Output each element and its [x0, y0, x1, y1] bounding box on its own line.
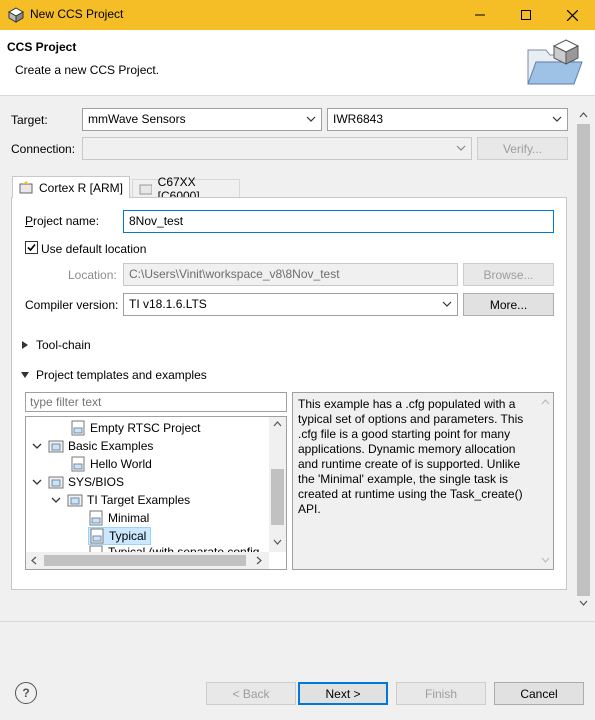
tree-item-ti-target-examples[interactable]: TI Target Examples [51, 491, 190, 509]
target-label: Target: [11, 113, 48, 127]
tree-item-label: Empty RTSC Project [90, 421, 201, 435]
tree-item-minimal[interactable]: Minimal [88, 509, 149, 527]
tree-vertical-scrollbar[interactable] [269, 417, 286, 552]
scroll-up-icon [541, 399, 550, 405]
page-subtitle: Create a new CCS Project. [15, 63, 160, 77]
verify-button[interactable]: Verify... [477, 137, 568, 160]
template-description-panel: This example has a .cfg populated with a… [292, 392, 554, 570]
description-scrollbar[interactable] [537, 393, 553, 569]
connection-label: Connection: [11, 142, 76, 156]
window-title: New CCS Project [30, 7, 124, 21]
target-device-select[interactable]: IWR6843 [327, 108, 568, 131]
target-family-value: mmWave Sensors [88, 112, 186, 126]
chevron-down-icon [456, 145, 466, 151]
chevron-down-icon [442, 301, 452, 307]
template-icon [71, 456, 85, 472]
checkmark-icon [27, 243, 36, 252]
scroll-down-icon [273, 539, 282, 545]
tree-item-hello-world[interactable]: Hello World [70, 455, 152, 473]
scroll-right-icon [256, 556, 262, 565]
template-icon [71, 420, 85, 436]
template-icon [90, 528, 104, 544]
template-description: This example has a .cfg populated with a… [298, 397, 524, 516]
next-button[interactable]: Next > [298, 682, 388, 705]
page-title: CCS Project [7, 40, 77, 54]
tree-item-label: Hello World [90, 457, 152, 471]
new-project-folder-icon [527, 39, 583, 85]
tab-label: Cortex R [ARM] [39, 180, 124, 195]
tree-item-label: TI Target Examples [87, 493, 191, 507]
compiler-version-label: Compiler version: [25, 298, 119, 312]
project-name-input[interactable]: 8Nov_test [123, 210, 554, 233]
minimize-icon [475, 14, 485, 16]
close-icon [566, 9, 578, 21]
compiler-version-select[interactable]: TI v18.1.6.LTS [123, 293, 458, 316]
folder-icon [67, 494, 83, 507]
maximize-button[interactable] [503, 0, 549, 30]
tree-item-sys-bios[interactable]: SYS/BIOS [32, 473, 124, 491]
wizard-header: CCS Project Create a new CCS Project. [0, 30, 595, 96]
target-tab-icon [19, 180, 33, 193]
default-location-checkbox[interactable] [25, 241, 38, 254]
tree-hscroll-thumb[interactable] [44, 555, 246, 566]
connection-select[interactable] [82, 137, 472, 160]
cancel-button[interactable]: Cancel [494, 682, 584, 705]
tab-cortex-r[interactable]: Cortex R [ARM] [12, 176, 130, 198]
default-location-label: Use default location [41, 242, 147, 256]
location-label: Location: [68, 268, 117, 282]
tree-expanded-icon [32, 443, 42, 449]
template-icon [89, 510, 103, 526]
scroll-up-icon [273, 421, 282, 427]
project-name-label: Project name: [25, 214, 100, 228]
compiler-version-value: TI v18.1.6.LTS [129, 297, 207, 311]
target-family-select[interactable]: mmWave Sensors [82, 108, 322, 131]
tree-item-basic-examples[interactable]: Basic Examples [32, 437, 153, 455]
minimize-button[interactable] [457, 0, 503, 30]
tree-item-label: Minimal [108, 511, 150, 525]
dialog-scroll-thumb[interactable] [577, 124, 590, 596]
browse-button[interactable]: Browse... [463, 263, 554, 286]
template-tree: Empty RTSC Project Basic Examples Hello … [25, 416, 287, 570]
target-device-value: IWR6843 [333, 112, 384, 126]
scroll-up-icon [579, 112, 588, 118]
location-input[interactable]: C:\Users\Vinit\workspace_v8\8Nov_test [123, 263, 458, 286]
scroll-left-icon [31, 556, 37, 565]
templates-section[interactable]: Project templates and examples [20, 368, 207, 382]
tree-item-label: Basic Examples [68, 439, 154, 453]
target-tab-icon [139, 184, 152, 195]
tree-item-typical[interactable]: Typical [88, 527, 152, 545]
chevron-down-icon [552, 116, 562, 122]
tab-c67xx[interactable]: C67XX [C6000] [132, 175, 240, 203]
chevron-down-icon [306, 116, 316, 122]
tree-scroll-thumb[interactable] [271, 469, 284, 525]
tree-expanded-icon [32, 479, 42, 485]
folder-icon [48, 440, 64, 453]
tree-expanded-icon [51, 497, 61, 503]
folder-icon [48, 476, 64, 489]
footer-separator [0, 621, 595, 622]
dialog-vertical-scrollbar[interactable] [575, 106, 592, 612]
maximize-icon [521, 10, 531, 20]
help-icon: ? [22, 686, 30, 700]
more-button[interactable]: More... [463, 293, 554, 316]
back-button[interactable]: < Back [206, 682, 296, 705]
close-button[interactable] [549, 0, 595, 30]
tree-item-empty-rtsc[interactable]: Empty RTSC Project [70, 419, 200, 437]
title-bar: New CCS Project [0, 0, 595, 30]
finish-button[interactable]: Finish [396, 682, 486, 705]
collapse-down-icon [21, 372, 29, 378]
help-button[interactable]: ? [15, 682, 37, 704]
ccs-app-icon [8, 7, 24, 23]
scroll-down-icon [541, 557, 550, 563]
templates-label: Project templates and examples [36, 368, 207, 382]
template-filter-input[interactable] [25, 392, 287, 412]
expand-right-icon [22, 341, 28, 349]
tree-item-label: Typical [109, 529, 147, 543]
toolchain-section[interactable]: Tool-chain [20, 338, 91, 352]
scroll-down-icon [579, 600, 588, 606]
toolchain-label: Tool-chain [36, 338, 91, 352]
tree-item-label: SYS/BIOS [68, 475, 125, 489]
tree-horizontal-scrollbar[interactable] [26, 552, 269, 569]
